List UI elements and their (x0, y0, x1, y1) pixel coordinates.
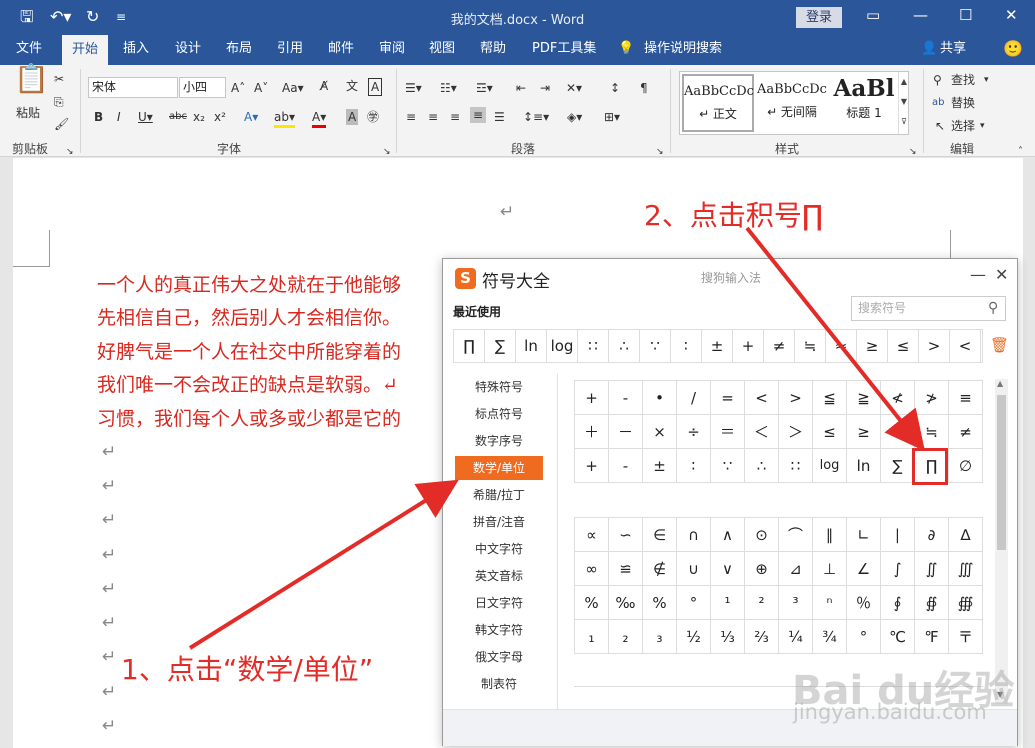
annotation-step2: 2、点击积号∏ (644, 199, 824, 232)
arrow-to-product-symbol (745, 226, 925, 452)
annotation-step1: 1、点击“数学/单位” (121, 653, 374, 686)
arrow-to-category (188, 479, 459, 650)
annotation-arrows (188, 226, 925, 650)
watermark-url: jingyan.baidu.com (793, 700, 987, 724)
